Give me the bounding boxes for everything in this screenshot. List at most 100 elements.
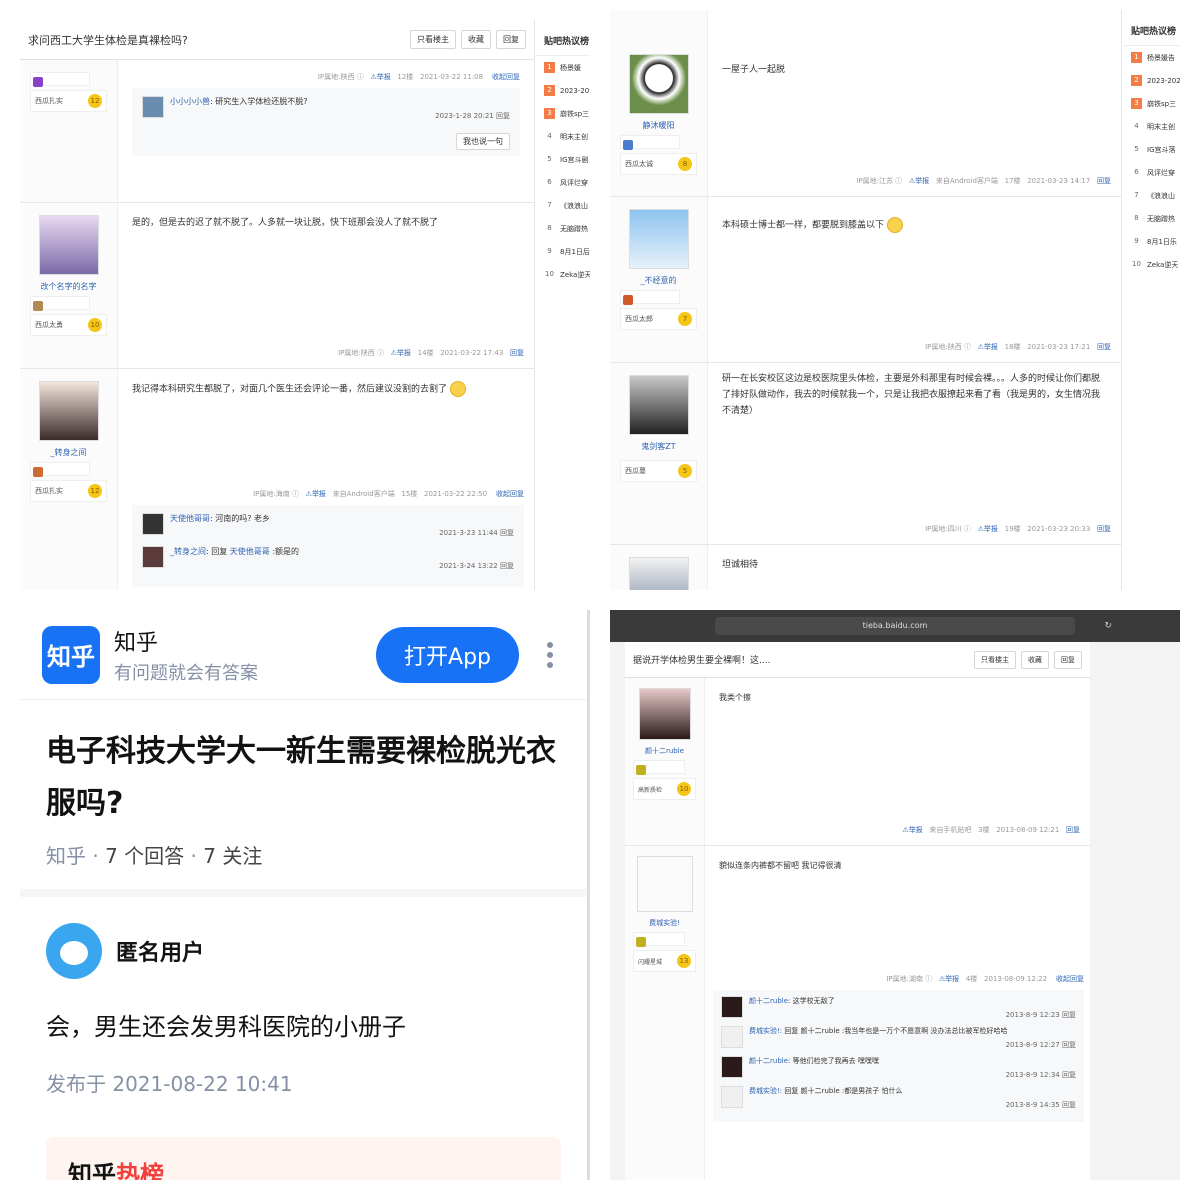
sub-reply-user[interactable]: 颜十二ruble: xyxy=(749,1057,790,1065)
sub-reply-user[interactable]: 天使他哥哥 xyxy=(170,514,210,523)
username[interactable]: 费城实验! xyxy=(633,918,696,928)
sub-reply-button[interactable]: 回复 xyxy=(496,112,510,120)
report-link[interactable]: ⚠举报 xyxy=(391,349,411,357)
reply-target-user[interactable]: 天使他哥哥 xyxy=(230,547,270,556)
report-link[interactable]: ⚠举报 xyxy=(902,826,922,834)
username[interactable]: _转身之间 xyxy=(30,447,107,458)
sub-reply-button[interactable]: 回复 xyxy=(500,529,514,537)
question-meta: 知乎 · 7 个回答 · 7 关注 xyxy=(46,844,263,868)
level-badge: 西瓜太勇 10 xyxy=(30,314,107,336)
hot-topic-item[interactable]: 5 IG宫斗落 xyxy=(1123,138,1180,161)
reload-icon[interactable]: ↻ xyxy=(1104,621,1112,631)
avatar[interactable] xyxy=(721,1086,743,1108)
sub-replies: 颜十二ruble: 这学校无敌了 2013-8-9 12:23 回复 费城实验!: … xyxy=(713,990,1084,1122)
avatar[interactable] xyxy=(142,513,164,535)
avatar[interactable] xyxy=(142,546,164,568)
only-op-button[interactable]: 只看楼主 xyxy=(974,650,1016,669)
hot-topic-item[interactable]: 2 2023-20 xyxy=(536,79,590,102)
post-body: 貌似连条内裤都不留吧 我记得很清 IP属地:湖南 ⓘ ⚠举报 4楼 2013-0… xyxy=(705,846,1090,1180)
hot-topic-item[interactable]: 3 崩铁sp三 xyxy=(1123,92,1180,115)
hot-topic-item[interactable]: 8 无脑蹭热 xyxy=(1123,207,1180,230)
hot-topic-item[interactable]: 6 风评烂穿 xyxy=(1123,161,1180,184)
question-title[interactable]: 电子科技大学大一新生需要裸检脱光衣服吗? xyxy=(46,726,561,830)
avatar[interactable] xyxy=(721,996,743,1018)
hot-list-banner[interactable]: 知乎热榜 xyxy=(46,1137,561,1180)
fold-replies-link[interactable]: 收起回复 xyxy=(492,73,520,81)
rank-number: 5 xyxy=(547,155,552,163)
sub-reply-button[interactable]: 回复 xyxy=(500,562,514,570)
username[interactable]: 鬼剑客ZT xyxy=(620,441,697,452)
hot-topic-item[interactable]: 3 崩铁sp三 xyxy=(536,102,590,125)
reply-link[interactable]: 回复 xyxy=(1097,525,1111,533)
thread-title: 求问西工大学生体检是真裸检吗? xyxy=(28,33,188,47)
hot-topic-item[interactable]: 10 Zeka逆天 xyxy=(1123,253,1180,276)
fold-replies-link[interactable]: 收起回复 xyxy=(1056,975,1084,983)
open-app-button[interactable]: 打开App xyxy=(376,626,519,683)
avatar[interactable] xyxy=(142,96,164,118)
username[interactable]: _不经意的 xyxy=(620,275,697,286)
sub-reply-user[interactable]: 颜十二ruble: xyxy=(749,997,790,1005)
say-something-button[interactable]: 我也说一句 xyxy=(456,133,510,150)
report-link[interactable]: ⚠举报 xyxy=(909,177,929,185)
avatar[interactable] xyxy=(38,215,99,275)
only-op-button[interactable]: 只看楼主 xyxy=(410,30,456,49)
username[interactable]: 静沐暖阳 xyxy=(620,120,697,131)
hot-topic-item[interactable]: 1 杨景媛告 xyxy=(1123,46,1180,69)
avatar[interactable] xyxy=(636,856,693,912)
hot-topic-item[interactable]: 7 《浪浪山 xyxy=(536,194,590,217)
answer-count[interactable]: 7 个回答 xyxy=(105,844,184,868)
report-link[interactable]: ⚠举报 xyxy=(978,525,998,533)
author-name[interactable]: 匿名用户 xyxy=(116,935,204,967)
avatar[interactable] xyxy=(38,381,99,441)
sub-reply-user[interactable]: 费城实验!: xyxy=(749,1027,782,1035)
hot-topic-item[interactable]: 4 明末主创 xyxy=(536,125,590,148)
hot-topics-panel: 贴吧热议榜 1 杨景媛 2 2023-20 3 崩铁sp三 4 明末主创 5 IG宫斗剧 6 风评烂穿… xyxy=(536,20,590,290)
report-link[interactable]: ⚠举报 xyxy=(939,975,959,983)
zhihu-logo-icon: 知乎 xyxy=(42,625,100,684)
sub-reply-text: : 研究生入学体检还脱不脱? xyxy=(210,97,308,106)
hot-topic-item[interactable]: 2 2023-202 xyxy=(1123,69,1180,92)
rank-number: 7 xyxy=(547,201,552,209)
hot-topic-item[interactable]: 9 8月1日后 xyxy=(536,240,590,263)
hot-topic-item[interactable]: 4 明末主创 xyxy=(1123,115,1180,138)
avatar[interactable] xyxy=(638,688,691,740)
reply-link[interactable]: 回复 xyxy=(1066,826,1080,834)
report-link[interactable]: ⚠举报 xyxy=(306,490,326,498)
favorite-button[interactable]: 收藏 xyxy=(461,30,491,49)
fold-replies-link[interactable]: 收起回复 xyxy=(496,490,524,498)
avatar[interactable] xyxy=(46,923,102,979)
sub-reply-user[interactable]: 费城实验!: xyxy=(749,1087,782,1095)
answer-card: 匿名用户 会，男生还会发男科医院的小册子 发布于 2021-08-22 10:4… xyxy=(20,897,587,1180)
avatar[interactable] xyxy=(721,1056,743,1078)
reply-link[interactable]: 回复 xyxy=(1097,343,1111,351)
reply-link[interactable]: 回复 xyxy=(1097,177,1111,185)
reply-button[interactable]: 回复 xyxy=(1054,650,1082,669)
hot-topic-item[interactable]: 1 杨景媛 xyxy=(536,56,590,79)
follow-count[interactable]: 7 关注 xyxy=(203,844,262,868)
avatar[interactable] xyxy=(628,209,689,269)
url-field[interactable]: tieba.baidu.com xyxy=(715,617,1075,635)
hot-topic-item[interactable]: 6 风评烂穿 xyxy=(536,171,590,194)
post-author: 改个名字的名字 西瓜太勇 10 xyxy=(20,203,118,368)
avatar[interactable] xyxy=(721,1026,743,1048)
reply-link[interactable]: 回复 xyxy=(510,349,524,357)
tieba-screenshot-1: 求问西工大学生体检是真裸检吗? 只看楼主 收藏 回复 西瓜扎实 12 IP属地:陕… xyxy=(20,20,590,590)
report-link[interactable]: ⚠举报 xyxy=(370,73,390,81)
report-link[interactable]: ⚠举报 xyxy=(978,343,998,351)
sub-reply-user[interactable]: _转身之间 xyxy=(170,547,206,556)
reply-button[interactable]: 回复 xyxy=(496,30,526,49)
hot-topic-item[interactable]: 7 《浪浪山 xyxy=(1123,184,1180,207)
hot-topic-item[interactable]: 10 Zeka逆天 xyxy=(536,263,590,286)
username[interactable]: 改个名字的名字 xyxy=(30,281,107,292)
hot-topic-item[interactable]: 5 IG宫斗剧 xyxy=(536,148,590,171)
username[interactable]: 颜十二ruble xyxy=(633,746,696,756)
avatar[interactable] xyxy=(628,375,689,435)
more-menu-icon[interactable] xyxy=(535,638,565,672)
avatar[interactable] xyxy=(628,54,689,114)
hot-topic-item[interactable]: 9 8月1日乐 xyxy=(1123,230,1180,253)
hot-topic-item[interactable]: 8 无脑蹭热 xyxy=(536,217,590,240)
favorite-button[interactable]: 收藏 xyxy=(1021,650,1049,669)
sub-reply-time: 2013-8-9 12:27 回复 xyxy=(1005,1041,1076,1049)
avatar[interactable] xyxy=(628,557,689,590)
sub-reply-user[interactable]: 小小小小兽 xyxy=(170,97,210,106)
